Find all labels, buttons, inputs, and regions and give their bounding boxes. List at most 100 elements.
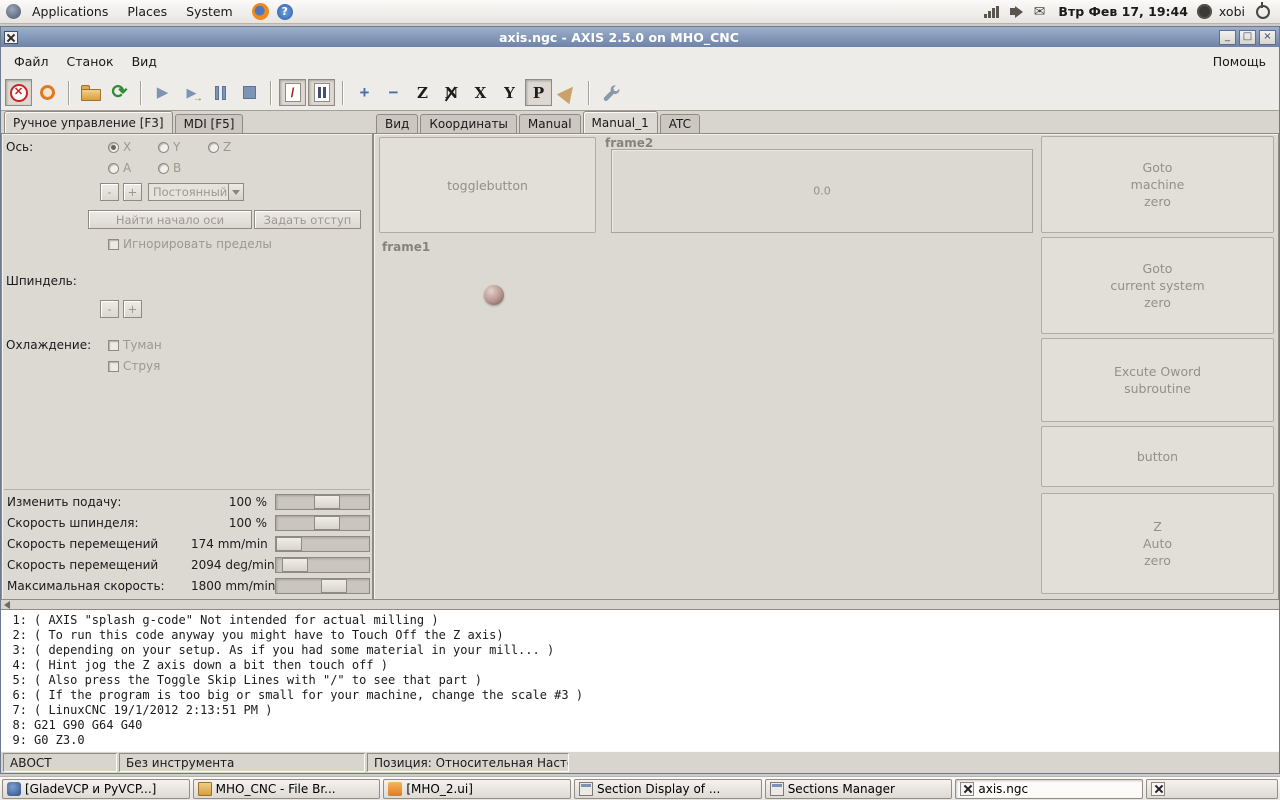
manual1-panel: togglebutton frame2 0.0 frame1 Goto mach… (373, 133, 1279, 600)
app-icon (7, 781, 21, 796)
volume-icon[interactable] (1009, 5, 1023, 18)
execute-oword-subroutine-button[interactable]: Excute Oword subroutine (1041, 338, 1274, 422)
jog-speed-slider[interactable] (275, 536, 370, 552)
toggle-skip-lines-button[interactable]: / (279, 79, 306, 106)
jog-minus-button[interactable]: - (100, 183, 119, 201)
axis-x-radio[interactable] (108, 142, 119, 153)
titlebar[interactable]: axis.ngc - AXIS 2.5.0 on MHO_CNC _ □ × (1, 27, 1279, 47)
minimize-button[interactable]: _ (1219, 29, 1236, 45)
estop-button[interactable]: ✕ (5, 79, 32, 106)
gcode-line[interactable]: 4: ( Hint jog the Z axis down a bit then … (7, 658, 1273, 673)
pane-divider[interactable] (1, 600, 1279, 609)
home-axis-button[interactable]: Найти начало оси (88, 210, 252, 229)
jog-mode-select[interactable]: Постоянный (148, 183, 244, 201)
view-top-button[interactable]: Z (409, 79, 436, 106)
distro-logo-icon[interactable] (6, 4, 21, 19)
view-perspective-button[interactable]: P (525, 79, 552, 106)
menu-machine[interactable]: Станок (58, 49, 123, 74)
zoom-out-button[interactable]: − (380, 79, 407, 106)
help-launcher-icon[interactable]: ? (276, 3, 293, 20)
gcode-listing[interactable]: 1: ( AXIS "splash g-code" Not intended fo… (1, 609, 1279, 751)
slider-handle[interactable] (314, 516, 341, 530)
tab-atc[interactable]: ATC (659, 114, 701, 133)
tab-mdi[interactable]: MDI [F5] (174, 114, 244, 133)
gcode-line[interactable]: 8: G21 G90 G64 G40 (7, 718, 1273, 733)
view-rotated-top-button[interactable]: N (438, 79, 465, 106)
flood-checkbox[interactable] (108, 361, 119, 372)
angular-jog-speed-slider[interactable] (275, 557, 370, 573)
taskbar-glade-ui[interactable]: [MHO_2.ui] (383, 778, 572, 799)
username[interactable]: xobi (1215, 4, 1249, 19)
goto-machine-zero-button[interactable]: Goto machine zero (1041, 136, 1274, 233)
menu-system[interactable]: System (178, 1, 241, 22)
optional-pause-button[interactable] (308, 79, 335, 106)
taskbar-file-browser[interactable]: MHO_CNC - File Br... (192, 778, 381, 799)
feed-override-slider[interactable] (275, 494, 370, 510)
sphere-graphic[interactable] (484, 285, 504, 305)
slider-handle[interactable] (276, 537, 303, 551)
spindle-override-slider[interactable] (275, 515, 370, 531)
view-side-button[interactable]: X (467, 79, 494, 106)
tab-manual-1[interactable]: Manual_1 (582, 111, 658, 133)
user-indicator-icon[interactable] (1196, 4, 1212, 19)
left-tabrow: Ручное управление [F3] MDI [F5] (1, 111, 373, 133)
taskbar-sections-manager[interactable]: Sections Manager (764, 778, 953, 799)
taskbar-axis-extra[interactable] (1146, 778, 1279, 799)
taskbar-axis-ngc[interactable]: axis.ngc (955, 778, 1144, 799)
machine-power-button[interactable] (34, 79, 61, 106)
axis-z-radio[interactable] (208, 142, 219, 153)
gcode-line[interactable]: 1: ( AXIS "splash g-code" Not intended fo… (7, 613, 1273, 628)
menu-places[interactable]: Places (119, 1, 175, 22)
gcode-line[interactable]: 3: ( depending on your setup. As if you h… (7, 643, 1273, 658)
spindle-plus-button[interactable]: + (123, 300, 142, 318)
mail-icon[interactable]: ✉ (1034, 4, 1046, 20)
override-limits-checkbox[interactable] (108, 239, 119, 250)
z-auto-zero-button[interactable]: Z Auto zero (1041, 493, 1274, 594)
mist-checkbox[interactable] (108, 340, 119, 351)
tab-manual-control[interactable]: Ручное управление [F3] (4, 111, 173, 133)
tool-touchoff-button[interactable] (597, 79, 624, 106)
run-button[interactable]: ▶ (149, 79, 176, 106)
rotate-view-button[interactable] (554, 79, 581, 106)
axis-b-radio[interactable] (158, 163, 169, 174)
set-offset-button[interactable]: Задать отступ (254, 210, 361, 229)
open-file-button[interactable] (77, 79, 104, 106)
axis-a-radio[interactable] (108, 163, 119, 174)
pause-button[interactable] (207, 79, 234, 106)
taskbar-gladevcp[interactable]: [GladeVCP и PyVCP...] (2, 778, 190, 799)
axis-y-radio[interactable] (158, 142, 169, 153)
tab-manual[interactable]: Manual (518, 114, 581, 133)
goto-current-system-zero-button[interactable]: Goto current system zero (1041, 237, 1274, 334)
network-signal-icon[interactable] (983, 5, 999, 18)
max-velocity-slider[interactable] (275, 578, 370, 594)
tab-preview[interactable]: Вид (376, 114, 419, 133)
view-front-button[interactable]: Y (496, 79, 523, 106)
maximize-button[interactable]: □ (1239, 29, 1256, 45)
tab-coordinates[interactable]: Координаты (420, 114, 517, 133)
close-button[interactable]: × (1259, 29, 1276, 45)
firefox-launcher-icon[interactable] (251, 3, 269, 20)
taskbar-section-display[interactable]: Section Display of ... (574, 778, 762, 799)
slider-handle[interactable] (281, 558, 308, 572)
stop-button[interactable] (236, 79, 263, 106)
gcode-line[interactable]: 6: ( If the program is too big or small f… (7, 688, 1273, 703)
gcode-line[interactable]: 2: ( To run this code anyway you might ha… (7, 628, 1273, 643)
menu-help[interactable]: Помощь (1204, 49, 1275, 74)
clock[interactable]: Втр Фев 17, 19:44 (1052, 4, 1194, 19)
togglebutton[interactable]: togglebutton (379, 137, 596, 233)
slider-handle[interactable] (314, 495, 341, 509)
menu-file[interactable]: Файл (5, 49, 58, 74)
menu-view[interactable]: Вид (123, 49, 166, 74)
gcode-line[interactable]: 9: G0 Z3.0 (7, 733, 1273, 748)
jog-plus-button[interactable]: + (123, 183, 142, 201)
gcode-line[interactable]: 5: ( Also press the Toggle Skip Lines wit… (7, 673, 1273, 688)
power-icon[interactable] (1256, 1, 1270, 19)
gcode-line[interactable]: 7: ( LinuxCNC 19/1/2012 2:13:51 PM ) (7, 703, 1273, 718)
run-from-line-button[interactable]: ▶ → (178, 79, 205, 106)
zoom-in-button[interactable]: + (351, 79, 378, 106)
menu-applications[interactable]: Applications (24, 1, 116, 22)
slider-handle[interactable] (320, 579, 347, 593)
reload-button[interactable]: ⟳ (106, 79, 133, 106)
spindle-minus-button[interactable]: - (100, 300, 119, 318)
generic-button[interactable]: button (1041, 426, 1274, 487)
